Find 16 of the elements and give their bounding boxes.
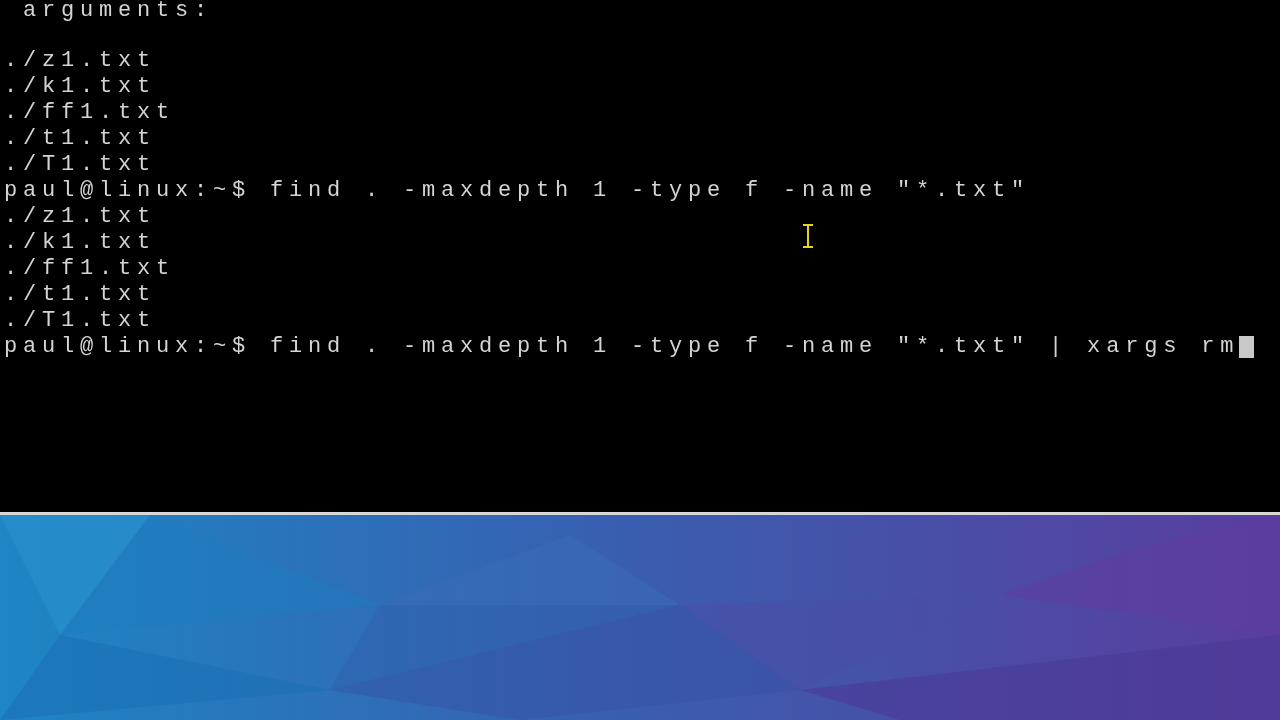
output-line: ./ff1.txt bbox=[4, 100, 176, 126]
output-line: ./T1.txt bbox=[4, 152, 157, 178]
output-line: ./t1.txt bbox=[4, 126, 157, 152]
output-line: arguments: bbox=[22, 0, 214, 22]
output-line: ./t1.txt bbox=[4, 282, 157, 308]
shell-prompt: paul@linux:~$ bbox=[4, 178, 252, 204]
output-line: ./T1.txt bbox=[4, 308, 157, 334]
output-line: ./ff1.txt bbox=[4, 256, 176, 282]
shell-prompt: paul@linux:~$ bbox=[4, 334, 252, 360]
command-text: find . -maxdepth 1 -type f -name "*.txt" bbox=[270, 178, 1031, 204]
output-line: ./k1.txt bbox=[4, 230, 157, 256]
text-cursor-icon bbox=[802, 224, 814, 248]
output-line: ./z1.txt bbox=[4, 48, 157, 74]
command-text: find . -maxdepth 1 -type f -name "*.txt" | xargs rm bbox=[270, 334, 1240, 360]
output-line: ./z1.txt bbox=[4, 204, 157, 230]
output-line: ./k1.txt bbox=[4, 74, 157, 100]
